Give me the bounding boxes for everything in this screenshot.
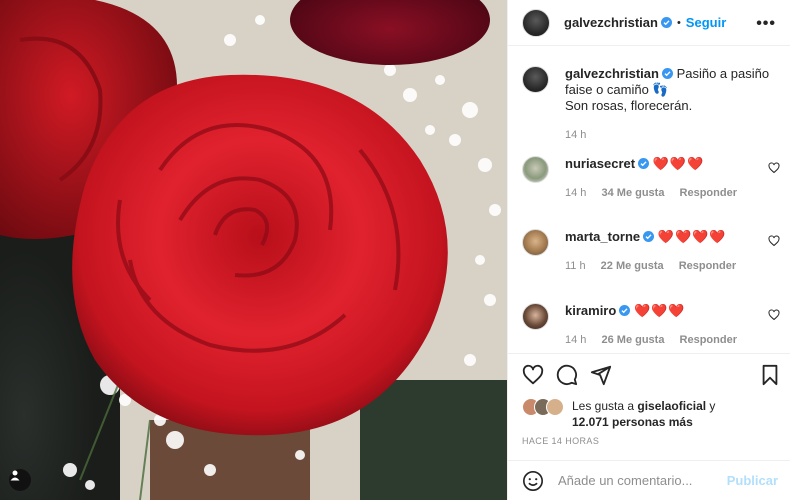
follow-button[interactable]: Seguir	[686, 15, 726, 30]
comment-time[interactable]: 14 h	[565, 187, 586, 199]
avatar[interactable]	[522, 229, 549, 256]
comment-icon[interactable]	[556, 364, 578, 386]
caption-text-line3: Son rosas, florecerán.	[565, 98, 693, 113]
reply-button[interactable]: Responder	[679, 260, 736, 272]
share-icon[interactable]	[590, 364, 612, 386]
verified-icon	[638, 158, 650, 169]
comment-composer: Publicar	[508, 460, 790, 500]
caption: galvezchristian Pasiño a pasiño faise o …	[522, 66, 780, 143]
likes-summary[interactable]: Les gusta a giselaoficial y 12.071 perso…	[522, 398, 715, 430]
like-comment-heart-icon[interactable]	[768, 309, 780, 321]
post-header: galvezchristian • Seguir •••	[508, 0, 790, 46]
comment-text: ❤️❤️❤️❤️	[657, 229, 727, 244]
comment-item: kiramiro ❤️❤️❤️ 14 h 26 Me gusta Respond…	[522, 303, 780, 348]
tagged-user-icon[interactable]	[9, 469, 31, 491]
post-image[interactable]	[0, 0, 507, 500]
bookmark-icon[interactable]	[760, 364, 780, 386]
publish-button[interactable]: Publicar	[727, 473, 778, 488]
post-side-panel: galvezchristian • Seguir ••• galvezchris…	[507, 0, 790, 500]
caption-text-line1: Pasiño a pasiño	[676, 66, 770, 81]
comment-likes[interactable]: 34 Me gusta	[601, 187, 664, 199]
verified-icon	[643, 231, 655, 242]
action-bar	[508, 353, 790, 394]
avatar[interactable]	[522, 303, 549, 330]
avatar	[546, 398, 564, 416]
comment-text: ❤️❤️❤️	[652, 156, 705, 171]
verified-icon	[660, 17, 672, 28]
comments-list[interactable]: galvezchristian Pasiño a pasiño faise o …	[508, 47, 790, 353]
comment-likes[interactable]: 22 Me gusta	[601, 260, 664, 272]
comment-item: marta_torne ❤️❤️❤️❤️ 11 h 22 Me gusta Re…	[522, 229, 780, 274]
like-comment-heart-icon[interactable]	[768, 235, 780, 247]
caption-text-line2: faise o camiño 👣	[565, 82, 669, 97]
separator-dot: •	[676, 16, 681, 29]
avatar[interactable]	[522, 8, 550, 37]
comment-time[interactable]: 11 h	[565, 260, 586, 272]
avatar[interactable]	[522, 66, 549, 93]
comment-item: nuriasecret ❤️❤️❤️ 14 h 34 Me gusta Resp…	[522, 156, 780, 201]
likes-prefix: Les gusta a	[572, 399, 638, 413]
emoji-icon[interactable]	[522, 470, 544, 492]
comment-likes[interactable]: 26 Me gusta	[601, 334, 664, 346]
likes-suffix: y	[706, 399, 716, 413]
comment-time[interactable]: 14 h	[565, 334, 586, 346]
more-options-icon[interactable]: •••	[756, 15, 776, 33]
author-username[interactable]: galvezchristian	[565, 66, 659, 81]
caption-time[interactable]: 14 h	[565, 129, 586, 141]
comment-text: ❤️❤️❤️	[633, 303, 686, 318]
post-time[interactable]: HACE 14 HORAS	[522, 436, 599, 446]
verified-icon	[619, 305, 631, 316]
verified-icon	[661, 68, 673, 79]
reply-button[interactable]: Responder	[680, 334, 737, 346]
reply-button[interactable]: Responder	[680, 187, 737, 199]
liker-avatars	[522, 398, 570, 416]
likes-count[interactable]: 12.071 personas más	[572, 415, 693, 429]
author-username[interactable]: galvezchristian	[564, 15, 658, 30]
comment-username[interactable]: nuriasecret	[565, 156, 635, 171]
comment-username[interactable]: kiramiro	[565, 303, 616, 318]
avatar[interactable]	[522, 156, 549, 183]
roses-illustration	[0, 0, 507, 500]
comment-username[interactable]: marta_torne	[565, 229, 640, 244]
comment-input[interactable]	[556, 472, 727, 489]
liker-username[interactable]: giselaoficial	[637, 399, 706, 413]
heart-icon[interactable]	[522, 364, 544, 386]
like-comment-heart-icon[interactable]	[768, 162, 780, 174]
